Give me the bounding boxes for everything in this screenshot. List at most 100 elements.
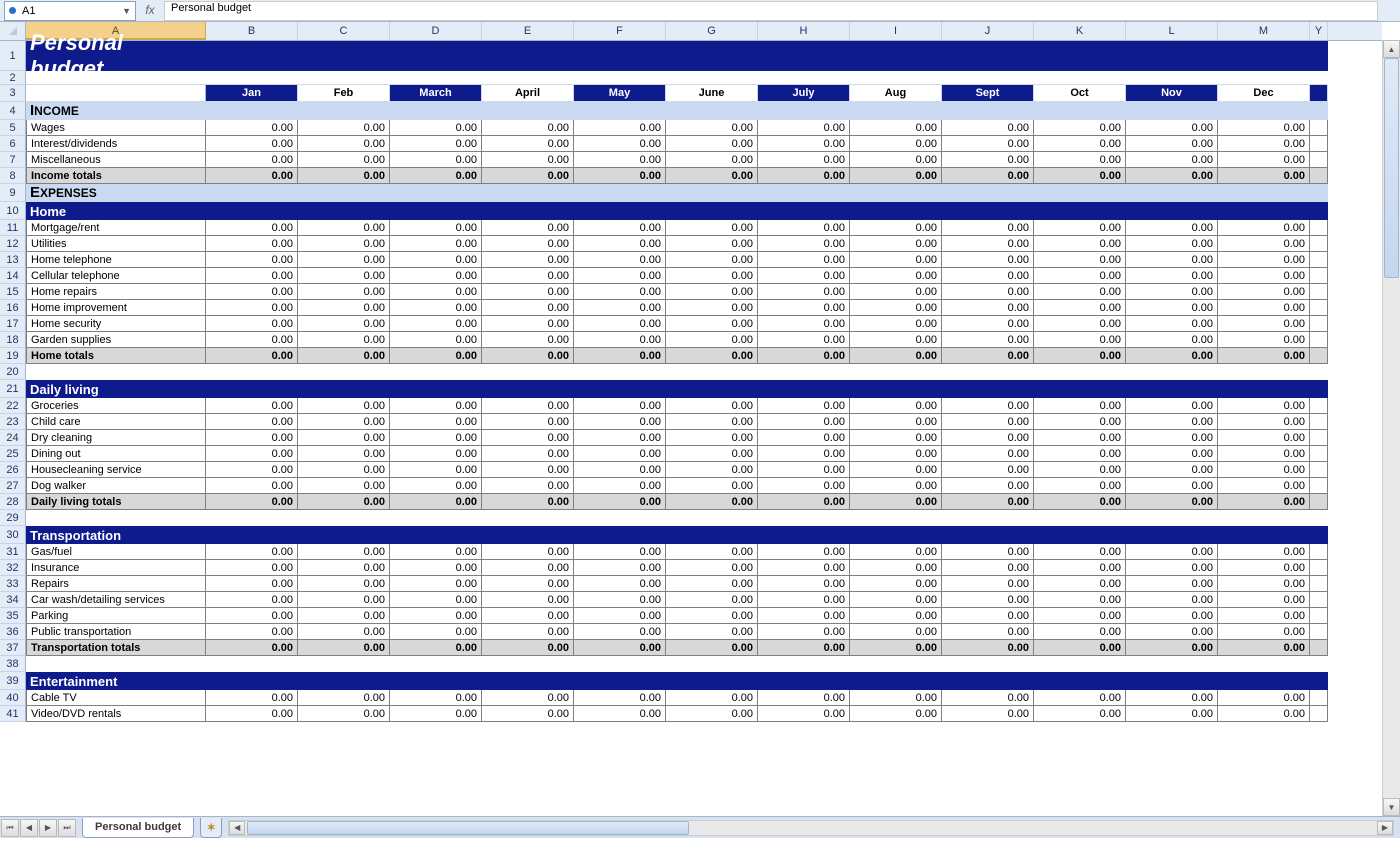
cell-empty[interactable] <box>850 364 942 380</box>
cell[interactable]: 0.00 <box>1034 494 1126 510</box>
month-col-Nov[interactable]: Nov <box>1126 85 1218 102</box>
cell[interactable]: 0.00 <box>942 300 1034 316</box>
cell-partial[interactable] <box>1310 640 1328 656</box>
cell[interactable]: 0.00 <box>758 576 850 592</box>
row-label[interactable]: Groceries <box>26 398 206 414</box>
row-label[interactable]: Miscellaneous <box>26 152 206 168</box>
cell-empty[interactable] <box>666 510 758 526</box>
cell[interactable]: 0.00 <box>942 494 1034 510</box>
cell[interactable]: 0.00 <box>1034 690 1126 706</box>
cell-empty[interactable] <box>482 202 574 220</box>
cell[interactable]: 0.00 <box>206 690 298 706</box>
cell-empty[interactable] <box>1126 510 1218 526</box>
cell[interactable]: 0.00 <box>390 560 482 576</box>
cell-empty[interactable] <box>666 364 758 380</box>
row-header-41[interactable]: 41 <box>0 706 26 722</box>
select-all-corner[interactable] <box>0 22 26 40</box>
col-header-B[interactable]: B <box>206 22 298 40</box>
cell[interactable]: 0.00 <box>298 430 390 446</box>
cell[interactable]: 0.00 <box>1126 316 1218 332</box>
cell-empty[interactable] <box>850 526 942 544</box>
cell-empty[interactable] <box>758 526 850 544</box>
cell-empty[interactable] <box>758 510 850 526</box>
cell[interactable]: 0.00 <box>1126 640 1218 656</box>
cell-empty[interactable] <box>666 71 758 85</box>
cell[interactable]: 0.00 <box>850 152 942 168</box>
cell-empty[interactable] <box>1126 71 1218 85</box>
cell[interactable]: 0.00 <box>942 560 1034 576</box>
cell[interactable]: 0.00 <box>206 706 298 722</box>
cell[interactable]: 0.00 <box>390 544 482 560</box>
cell[interactable]: 0.00 <box>482 220 574 236</box>
cell-empty[interactable] <box>390 672 482 690</box>
cell-empty[interactable] <box>298 202 390 220</box>
scroll-thumb-vertical[interactable] <box>1384 58 1399 278</box>
cell[interactable]: 0.00 <box>206 348 298 364</box>
cell[interactable]: 0.00 <box>666 446 758 462</box>
cell[interactable]: 0.00 <box>206 624 298 640</box>
cell-empty[interactable] <box>850 202 942 220</box>
cell-empty[interactable] <box>1034 656 1126 672</box>
cell-empty[interactable] <box>298 656 390 672</box>
cell[interactable]: 0.00 <box>1034 300 1126 316</box>
row-header-7[interactable]: 7 <box>0 152 26 168</box>
cell-empty[interactable] <box>574 184 666 202</box>
cell[interactable]: 0.00 <box>666 690 758 706</box>
cell[interactable]: 0.00 <box>850 576 942 592</box>
cell[interactable]: 0.00 <box>666 478 758 494</box>
cell-empty[interactable] <box>1126 102 1218 120</box>
cell[interactable]: 0.00 <box>390 136 482 152</box>
cell[interactable]: 0.00 <box>574 462 666 478</box>
row-header-19[interactable]: 19 <box>0 348 26 364</box>
cell[interactable]: 0.00 <box>390 332 482 348</box>
cell[interactable]: 0.00 <box>1218 608 1310 624</box>
cell-empty[interactable] <box>758 380 850 398</box>
cell[interactable]: 0.00 <box>298 348 390 364</box>
cell[interactable]: 0.00 <box>942 624 1034 640</box>
cell[interactable]: 0.00 <box>298 624 390 640</box>
cell[interactable]: 0.00 <box>1218 706 1310 722</box>
cell[interactable]: 0.00 <box>850 268 942 284</box>
cell[interactable]: 0.00 <box>482 268 574 284</box>
cell[interactable]: 0.00 <box>942 478 1034 494</box>
cell[interactable]: 0.00 <box>850 430 942 446</box>
cell-empty[interactable] <box>942 71 1034 85</box>
cell-partial[interactable] <box>1310 268 1328 284</box>
name-box-dropdown-icon[interactable]: ▼ <box>122 6 131 16</box>
cell-empty[interactable] <box>574 380 666 398</box>
cell[interactable]: 0.00 <box>1034 462 1126 478</box>
cell[interactable]: 0.00 <box>482 168 574 184</box>
cell[interactable]: 0.00 <box>1034 640 1126 656</box>
cell[interactable]: 0.00 <box>942 220 1034 236</box>
month-col-Jan[interactable]: Jan <box>206 85 298 102</box>
row-label[interactable]: Repairs <box>26 576 206 592</box>
cell[interactable]: 0.00 <box>850 544 942 560</box>
row-label[interactable]: Wages <box>26 120 206 136</box>
cell-partial[interactable] <box>1310 706 1328 722</box>
cell-partial[interactable] <box>1310 364 1328 380</box>
cell-empty[interactable] <box>390 102 482 120</box>
month-col-June[interactable]: June <box>666 85 758 102</box>
cell[interactable]: 0.00 <box>298 478 390 494</box>
cell[interactable]: 0.00 <box>850 316 942 332</box>
cell[interactable]: 0.00 <box>482 120 574 136</box>
cell[interactable]: 0.00 <box>206 332 298 348</box>
row-label[interactable]: Public transportation <box>26 624 206 640</box>
col-header-G[interactable]: G <box>666 22 758 40</box>
cell[interactable]: 0.00 <box>1034 284 1126 300</box>
cell-partial[interactable] <box>1310 398 1328 414</box>
cell[interactable]: 0.00 <box>758 414 850 430</box>
cell-empty[interactable] <box>942 656 1034 672</box>
cell[interactable]: 0.00 <box>482 706 574 722</box>
cell[interactable]: 0.00 <box>1034 348 1126 364</box>
cell[interactable]: 0.00 <box>1218 430 1310 446</box>
cell[interactable]: 0.00 <box>666 348 758 364</box>
cell[interactable]: 0.00 <box>298 268 390 284</box>
cell-partial[interactable] <box>1310 414 1328 430</box>
cell[interactable]: 0.00 <box>1126 544 1218 560</box>
cell[interactable]: 0.00 <box>298 316 390 332</box>
cell[interactable]: 0.00 <box>206 430 298 446</box>
col-header-L[interactable]: L <box>1126 22 1218 40</box>
cell-empty[interactable] <box>390 656 482 672</box>
row-header-9[interactable]: 9 <box>0 184 26 202</box>
